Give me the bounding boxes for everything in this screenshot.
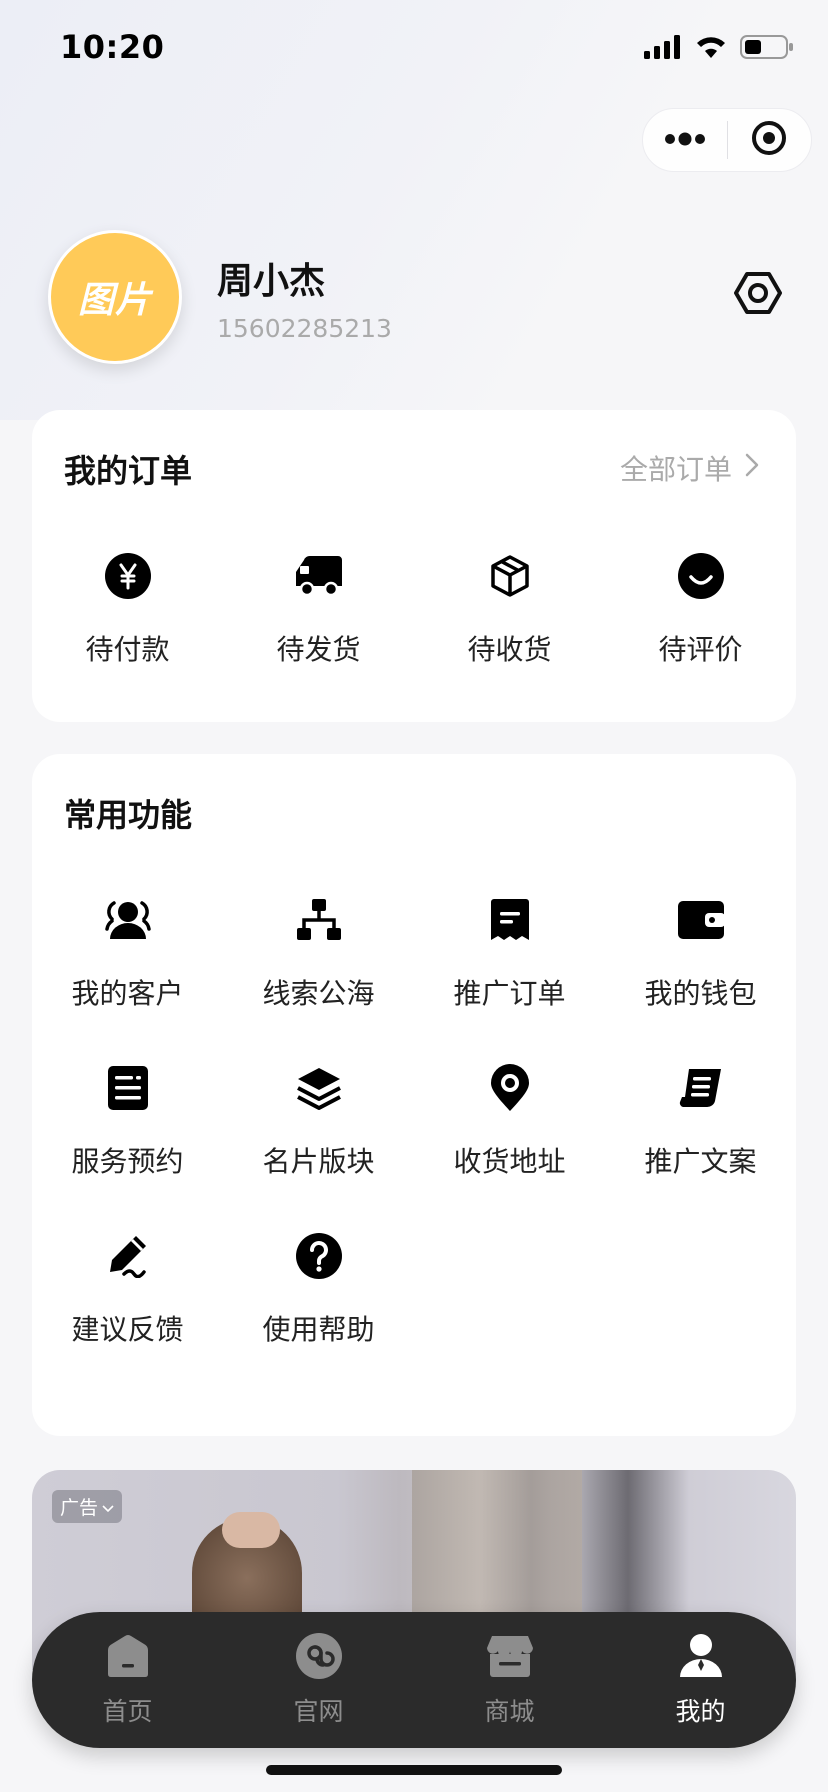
home-icon: [104, 1632, 152, 1680]
user-icon: [677, 1632, 725, 1680]
func-service-booking[interactable]: 服务预约: [32, 1062, 223, 1180]
bottom-tab-bar: 首页 官网 商城 我的: [32, 1612, 796, 1748]
orders-card: 我的订单 全部订单 待付款 待发货 待收货 待评价: [32, 410, 796, 722]
truck-icon: [293, 550, 345, 602]
avatar-placeholder-text: 图片: [77, 280, 152, 321]
close-miniprogram-button[interactable]: [728, 109, 812, 171]
tab-label: 官网: [293, 1697, 344, 1726]
tab-website[interactable]: 官网: [223, 1612, 414, 1748]
function-label: 服务预约: [71, 1145, 184, 1178]
status-icons: [644, 34, 794, 64]
order-label: 待评价: [658, 633, 743, 666]
function-label: 推广订单: [453, 977, 566, 1010]
settings-button[interactable]: [733, 268, 783, 318]
more-dots-icon: [663, 131, 707, 150]
function-label: 我的钱包: [644, 977, 757, 1010]
tab-label: 商城: [484, 1697, 535, 1726]
tab-mine[interactable]: 我的: [605, 1612, 796, 1748]
function-label: 我的客户: [71, 977, 184, 1010]
functions-card: 常用功能 我的客户 线索公海 推广订单 我的钱包 服务预约 名片版块 收货地址 …: [32, 754, 796, 1436]
wallet-icon: [675, 894, 727, 946]
function-label: 建议反馈: [71, 1313, 184, 1346]
tab-mall[interactable]: 商城: [414, 1612, 605, 1748]
receipt-icon: [484, 894, 536, 946]
ad-badge-label: 广告: [60, 1497, 99, 1519]
function-label: 使用帮助: [262, 1313, 375, 1346]
orders-grid: 待付款 待发货 待收货 待评价: [32, 550, 796, 668]
tab-home[interactable]: 首页: [32, 1612, 223, 1748]
func-my-customers[interactable]: 我的客户: [32, 894, 223, 1012]
pen-icon: [102, 1230, 154, 1282]
battery-icon: [740, 34, 794, 64]
ad-image-hand: [222, 1512, 280, 1548]
status-bar: 10:20: [0, 0, 828, 100]
notes-icon: [102, 1062, 154, 1114]
avatar[interactable]: 图片: [48, 230, 182, 364]
scroll-icon: [675, 1062, 727, 1114]
home-indicator: [266, 1765, 562, 1775]
func-my-wallet[interactable]: 我的钱包: [605, 894, 796, 1012]
orders-title: 我的订单: [64, 452, 193, 490]
func-shipping-address[interactable]: 收货地址: [414, 1062, 605, 1180]
order-label: 待收货: [467, 633, 552, 666]
order-pending-shipment[interactable]: 待发货: [223, 550, 414, 668]
settings-hex-icon: [733, 272, 783, 322]
chevron-down-icon: [102, 1496, 114, 1518]
function-label: 名片版块: [262, 1145, 375, 1178]
customers-icon: [102, 894, 154, 946]
yen-icon: [102, 550, 154, 602]
tab-label: 我的: [675, 1697, 726, 1726]
user-phone: 15602285213: [217, 314, 392, 343]
all-orders-link[interactable]: 全部订单: [620, 448, 760, 488]
order-pending-receipt[interactable]: 待收货: [414, 550, 605, 668]
all-orders-label: 全部订单: [619, 453, 732, 486]
location-pin-icon: [484, 1062, 536, 1114]
miniprogram-capsule: [642, 108, 812, 172]
order-pending-review[interactable]: 待评价: [605, 550, 796, 668]
hierarchy-icon: [293, 894, 345, 946]
func-promo-copy[interactable]: 推广文案: [605, 1062, 796, 1180]
tab-label: 首页: [102, 1697, 153, 1726]
link-icon: [295, 1632, 343, 1680]
chevron-right-icon: [744, 452, 760, 485]
wifi-icon: [694, 34, 728, 64]
layers-icon: [293, 1062, 345, 1114]
func-leads-pool[interactable]: 线索公海: [223, 894, 414, 1012]
package-icon: [484, 550, 536, 602]
status-time: 10:20: [60, 28, 165, 66]
target-icon: [751, 120, 787, 160]
order-label: 待发货: [276, 633, 361, 666]
functions-title: 常用功能: [64, 796, 193, 834]
more-button[interactable]: [643, 109, 727, 171]
func-help[interactable]: 使用帮助: [223, 1230, 414, 1348]
func-feedback[interactable]: 建议反馈: [32, 1230, 223, 1348]
func-promo-orders[interactable]: 推广订单: [414, 894, 605, 1012]
ad-badge[interactable]: 广告: [52, 1490, 123, 1523]
smile-icon: [675, 550, 727, 602]
store-icon: [486, 1632, 534, 1680]
func-card-section[interactable]: 名片版块: [223, 1062, 414, 1180]
order-pending-payment[interactable]: 待付款: [32, 550, 223, 668]
order-label: 待付款: [85, 633, 170, 666]
user-name: 周小杰: [217, 261, 326, 302]
function-label: 收货地址: [453, 1145, 566, 1178]
function-label: 推广文案: [644, 1145, 757, 1178]
signal-icon: [644, 35, 682, 63]
help-icon: [293, 1230, 345, 1282]
function-label: 线索公海: [262, 977, 375, 1010]
functions-grid: 我的客户 线索公海 推广订单 我的钱包 服务预约 名片版块 收货地址 推广文案 …: [32, 894, 796, 1348]
